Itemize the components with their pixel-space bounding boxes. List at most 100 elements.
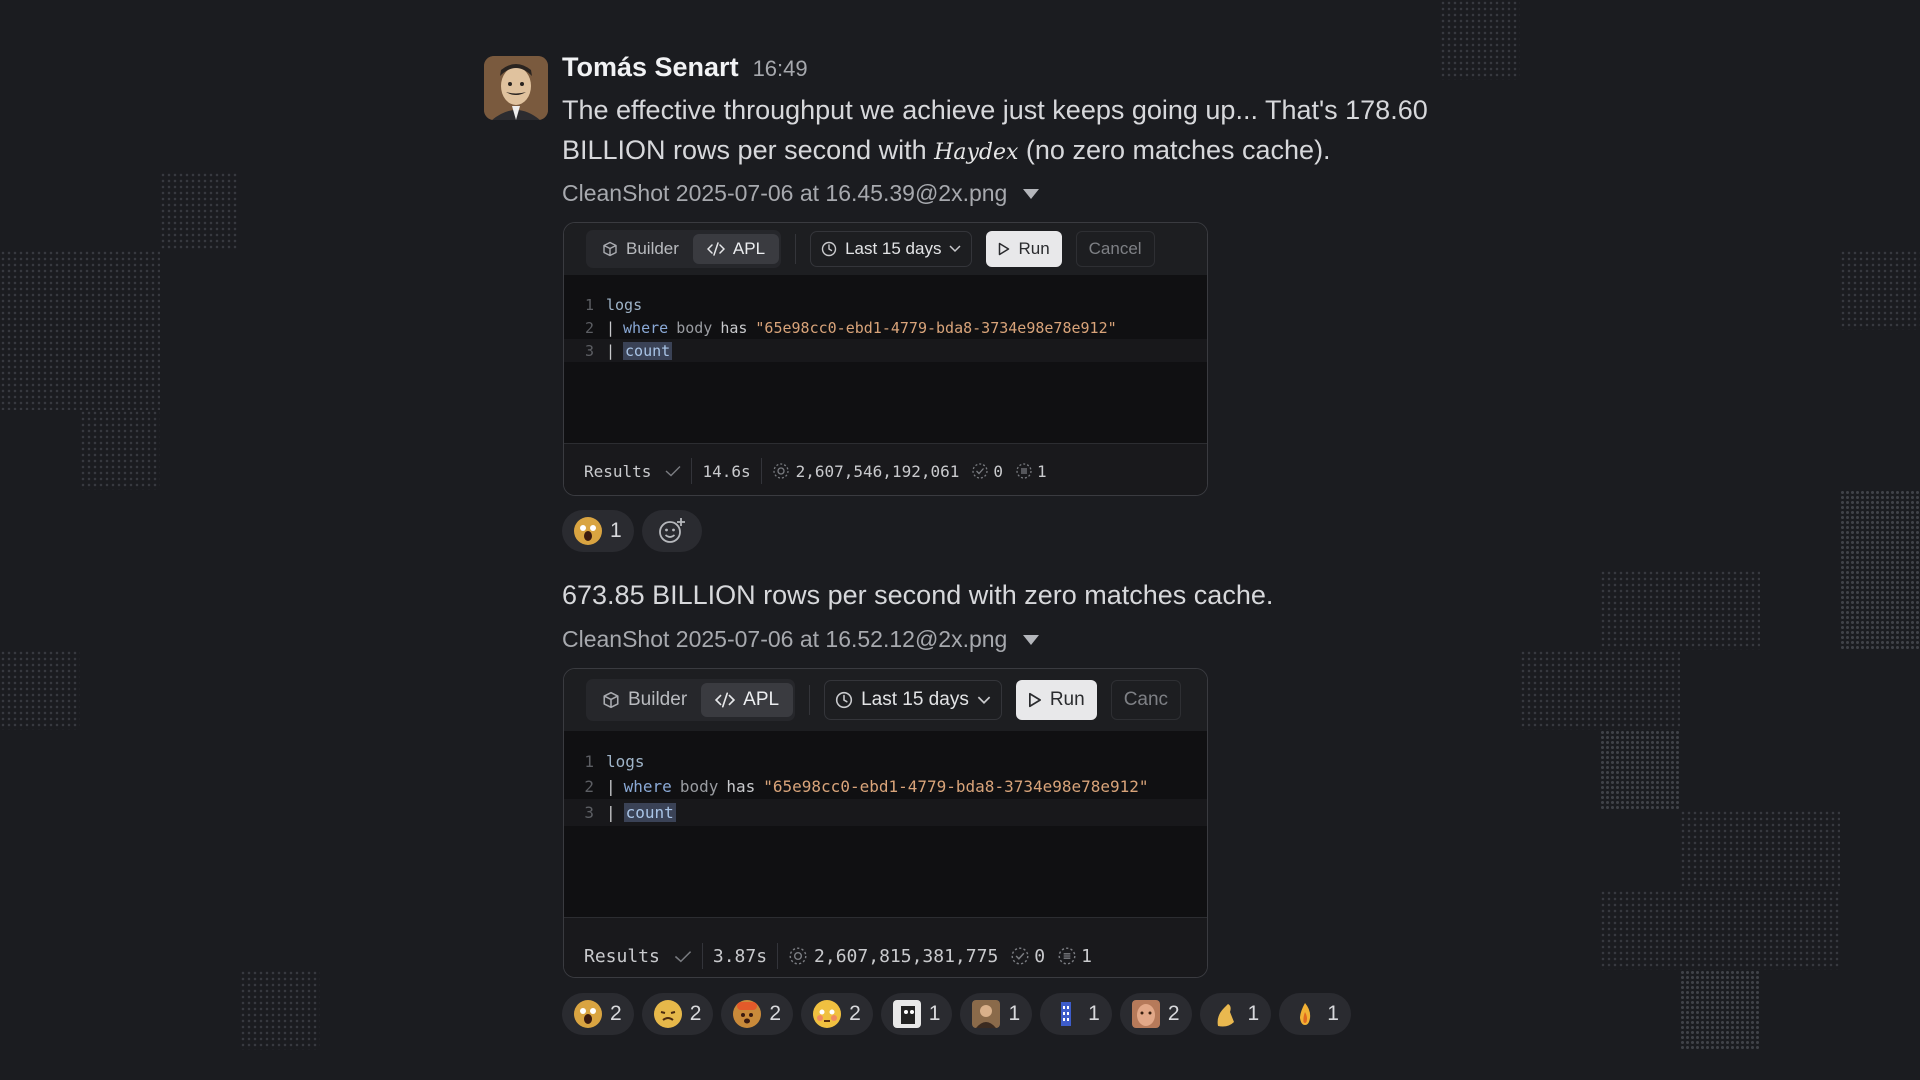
apl-tab[interactable]: APL: [692, 234, 780, 264]
toolbar-divider: [795, 234, 797, 264]
chevron-down-icon: [949, 245, 961, 253]
reaction-count: 1: [610, 519, 622, 542]
cube-icon: [603, 241, 617, 257]
results-label[interactable]: Results: [584, 462, 651, 481]
background-pattern: [160, 172, 238, 250]
cube-icon: [603, 691, 619, 709]
cancel-button[interactable]: Cancel: [1075, 231, 1155, 267]
fire-emoji-icon: [1291, 1000, 1319, 1028]
message-text-fragment: (no zero matches cache).: [1018, 135, 1331, 165]
run-button[interactable]: Run: [986, 231, 1062, 267]
results-divider: [777, 943, 779, 969]
reaction-pill[interactable]: 1: [1199, 993, 1272, 1035]
apl-tab[interactable]: APL: [701, 683, 794, 717]
background-pattern: [1600, 570, 1760, 650]
reaction-pill[interactable]: 1: [562, 510, 634, 552]
reaction-pill[interactable]: 2: [641, 993, 714, 1035]
results-bar: Results 14.6s 2,607,546,192,061 0 1: [564, 443, 1207, 495]
background-pattern: [1840, 250, 1920, 330]
cancel-button[interactable]: Canc: [1110, 680, 1182, 720]
code-line: 1 logs: [564, 293, 1207, 316]
reaction-count: 2: [769, 1002, 782, 1025]
attachment-filename[interactable]: CleanShot 2025-07-06 at 16.52.12@2x.png: [562, 626, 1040, 653]
reaction-pill[interactable]: 1: [960, 993, 1033, 1035]
results-label[interactable]: Results: [584, 946, 660, 967]
reaction-pill[interactable]: 1: [1040, 993, 1112, 1035]
has-operator: has: [726, 777, 756, 796]
groups-count: 1: [1037, 461, 1047, 481]
reaction-pill[interactable]: 2: [562, 993, 634, 1035]
line-number: 2: [584, 777, 594, 796]
background-pattern: [1680, 970, 1760, 1050]
reaction-count: 2: [1167, 1002, 1180, 1025]
background-pattern: [1600, 890, 1840, 970]
reaction-pill[interactable]: 2: [721, 993, 794, 1035]
reaction-count: 1: [1088, 1002, 1100, 1025]
builder-tab[interactable]: Builder: [588, 234, 693, 264]
flushed-face-emoji-icon: [813, 1000, 842, 1028]
mode-toggle: Builder APL: [586, 230, 782, 268]
play-icon: [999, 242, 1010, 256]
message-timestamp[interactable]: 16:49: [753, 56, 808, 82]
author-name[interactable]: Tomás Senart: [562, 52, 739, 83]
mind-blown-emoji-icon: [733, 1000, 762, 1028]
reaction-pill[interactable]: 2: [1119, 993, 1192, 1035]
pipe-operator: |: [606, 777, 616, 796]
play-icon: [1028, 692, 1041, 708]
avatar[interactable]: [484, 56, 548, 120]
apl-label: APL: [732, 239, 766, 258]
reaction-pill[interactable]: 1: [880, 993, 953, 1035]
chevron-down-icon[interactable]: [1023, 634, 1040, 645]
pipe-operator: |: [606, 341, 616, 360]
results-divider: [701, 943, 703, 969]
pinched-fingers-emoji-icon: [1212, 1000, 1240, 1028]
reaction-count: 1: [1247, 1002, 1260, 1025]
custom-person-emoji-icon: [972, 1000, 1001, 1028]
matches-icon: [972, 463, 989, 479]
screaming-face-emoji-icon: [574, 1000, 602, 1028]
chevron-down-icon[interactable]: [1023, 188, 1040, 199]
query-toolbar: Builder APL Last 15 days Run Cancel: [564, 223, 1207, 275]
apl-label: APL: [743, 689, 780, 710]
results-divider: [760, 458, 762, 484]
reaction-pill[interactable]: 1: [1279, 993, 1351, 1035]
line-number: 2: [584, 318, 594, 337]
time-range-select[interactable]: Last 15 days: [810, 231, 973, 267]
check-icon: [665, 466, 681, 477]
add-reaction-button[interactable]: [641, 510, 702, 552]
reaction-count: 1: [1008, 1002, 1021, 1025]
reactions-bar: 1: [562, 510, 702, 552]
exploding-face-emoji-icon: [653, 1000, 682, 1028]
field-name: body: [676, 318, 713, 337]
message-text-line: BILLION rows per second with Haydex (no …: [562, 130, 1331, 173]
groups-icon: [1058, 947, 1076, 965]
reaction-count: 2: [849, 1002, 861, 1025]
time-range-select[interactable]: Last 15 days: [824, 680, 1002, 720]
matches-count: 0: [993, 461, 1004, 481]
code-icon: [706, 242, 725, 256]
results-bar: Results 3.87s 2,607,815,381,775 0 1: [564, 917, 1207, 977]
has-operator: has: [720, 318, 748, 337]
where-keyword: where: [623, 318, 669, 337]
background-pattern: [0, 250, 160, 410]
dataset-name: logs: [606, 752, 645, 771]
custom-tower-emoji-icon: [1052, 1000, 1080, 1028]
count-keyword: count: [623, 803, 676, 822]
attachment-filename[interactable]: CleanShot 2025-07-06 at 16.45.39@2x.png: [562, 180, 1040, 207]
code-editor[interactable]: 1 logs 2 | where body has "65e98cc0-ebd1…: [564, 275, 1207, 443]
reaction-count: 2: [610, 1002, 622, 1025]
code-editor[interactable]: 1 logs 2 | where body has "65e98cc0-ebd1…: [564, 731, 1207, 917]
reaction-pill[interactable]: 2: [801, 993, 873, 1035]
run-button[interactable]: Run: [1015, 680, 1097, 720]
message-text-line: The effective throughput we achieve just…: [562, 95, 1428, 125]
message-text-fragment: BILLION rows per second with: [562, 135, 935, 165]
where-keyword: where: [623, 777, 672, 796]
query-duration: 3.87s: [712, 945, 768, 967]
chevron-down-icon: [977, 696, 991, 704]
attachment-image[interactable]: Builder APL Last 15 days Run Canc 1 logs…: [563, 668, 1208, 978]
add-reaction-icon: [658, 518, 685, 543]
builder-tab[interactable]: Builder: [588, 683, 701, 717]
builder-label: Builder: [626, 239, 679, 258]
clock-icon: [835, 691, 853, 709]
attachment-image[interactable]: Builder APL Last 15 days Run Cancel 1 lo…: [563, 222, 1208, 496]
